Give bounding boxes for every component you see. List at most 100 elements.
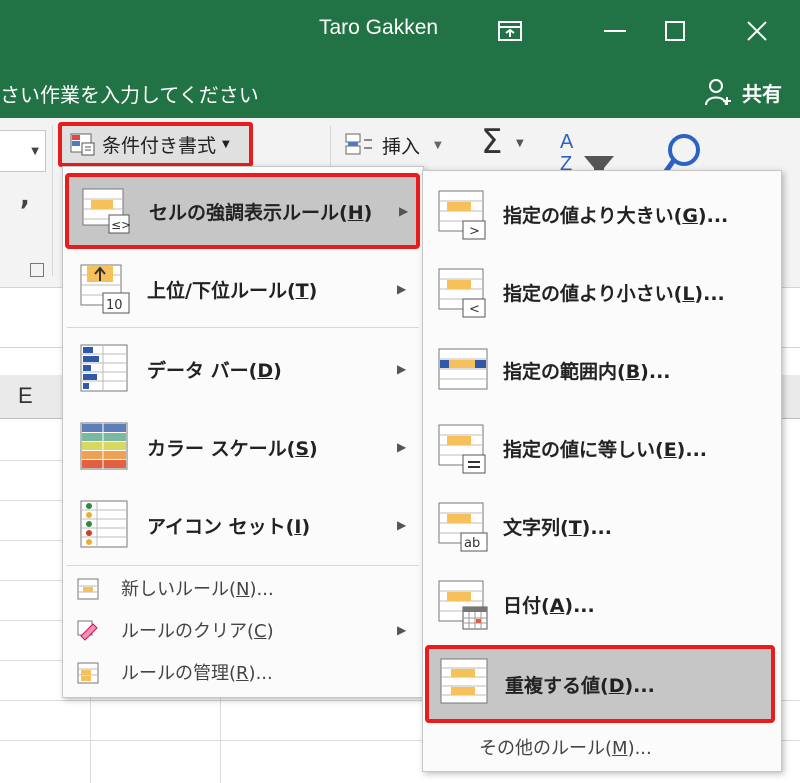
new-rule-icon: [77, 578, 99, 600]
menu-item-icon-sets[interactable]: アイコン セット(I) ▶: [63, 487, 423, 563]
menu-item-manage-rules[interactable]: ルールの管理(R)...: [63, 653, 423, 691]
menu-item-highlight-cells-rules[interactable]: ≤> セルの強調表示ルール(H) ▶: [65, 173, 420, 249]
menu-item-greater-than[interactable]: > 指定の値より大きい(G)...: [423, 175, 781, 253]
data-bars-icon: [80, 344, 128, 392]
ribbon-display-icon: [498, 21, 522, 41]
menu-item-label: データ バー(D): [147, 359, 282, 382]
minimize-button[interactable]: [585, 8, 645, 54]
submenu-arrow-icon: ▶: [399, 204, 409, 218]
highlight-cells-rules-submenu: > 指定の値より大きい(G)... < 指定の値より小さい(L)... 指定の範…: [422, 170, 782, 772]
number-format-dropdown[interactable]: ▼: [0, 130, 46, 172]
submenu-arrow-icon: ▶: [397, 440, 407, 454]
menu-item-label: 新しいルール(N)...: [121, 579, 274, 600]
menu-item-duplicate-values[interactable]: 重複する値(D)...: [425, 645, 775, 723]
svg-text:>: >: [469, 224, 480, 239]
menu-item-label: ルールのクリア(C): [121, 621, 274, 642]
insert-cells-button[interactable]: 挿入 ▼: [344, 130, 442, 160]
person-add-icon: [705, 79, 731, 106]
menu-item-label: その他のルール(M)...: [479, 738, 652, 759]
menu-item-label: 上位/下位ルール(T): [147, 279, 318, 302]
manage-rules-icon: [77, 662, 99, 684]
grid-line: [0, 580, 62, 581]
grid-line: [0, 460, 62, 461]
title-bar: Taro Gakken: [0, 0, 800, 66]
insert-cells-icon: [345, 133, 372, 155]
menu-item-label: 日付(A)...: [503, 594, 595, 617]
conditional-formatting-button[interactable]: 条件付き書式 ▼: [58, 122, 253, 167]
menu-item-label: アイコン セット(I): [147, 515, 311, 538]
menu-item-label: 指定の値より大きい(G)...: [503, 204, 729, 227]
between-icon: [438, 348, 488, 390]
menu-item-label: ルールの管理(R)...: [121, 663, 273, 684]
menu-separator: [67, 565, 419, 566]
menu-item-label: セルの強調表示ルール(H): [149, 201, 373, 224]
menu-item-new-rule[interactable]: 新しいルール(N)...: [63, 569, 423, 607]
close-button[interactable]: [727, 8, 787, 54]
chevron-down-icon: ▼: [31, 145, 39, 157]
highlight-cells-icon: ≤>: [82, 188, 131, 234]
conditional-formatting-menu: ≤> セルの強調表示ルール(H) ▶ 10 上位/下位ルール(T) ▶ データ …: [62, 166, 424, 698]
tell-me-input[interactable]: さい作業を入力してください: [0, 79, 259, 108]
less-than-icon: <: [438, 268, 486, 318]
user-name[interactable]: Taro Gakken: [319, 16, 438, 40]
menu-item-top-bottom-rules[interactable]: 10 上位/下位ルール(T) ▶: [63, 251, 423, 327]
menu-item-clear-rules[interactable]: ルールのクリア(C) ▶: [63, 611, 423, 649]
menu-item-label: カラー スケール(S): [147, 437, 318, 460]
column-header-e[interactable]: E: [18, 383, 33, 409]
menu-item-label: 指定の値に等しい(E)...: [503, 438, 708, 461]
menu-item-label: 重複する値(D)...: [505, 674, 655, 697]
menu-item-label: 文字列(T)...: [503, 516, 612, 539]
menu-item-less-than[interactable]: < 指定の値より小さい(L)...: [423, 253, 781, 331]
chevron-down-icon[interactable]: ▼: [516, 138, 524, 149]
submenu-arrow-icon: ▶: [397, 518, 407, 532]
ribbon-display-options-button[interactable]: [480, 8, 540, 54]
equal-to-icon: [438, 424, 486, 474]
conditional-formatting-label: 条件付き書式: [102, 135, 217, 157]
color-scales-icon: [80, 422, 128, 470]
autosum-icon[interactable]: Σ: [481, 122, 502, 162]
menu-item-color-scales[interactable]: カラー スケール(S) ▶: [63, 409, 423, 485]
menu-item-text-contains[interactable]: ab 文字列(T)...: [423, 487, 781, 565]
ribbon-divider: [52, 126, 53, 276]
share-label: 共有: [742, 81, 782, 106]
menu-item-more-rules[interactable]: その他のルール(M)...: [423, 727, 781, 767]
menu-item-label: 指定の値より小さい(L)...: [503, 282, 725, 305]
clear-rules-icon: [77, 620, 98, 641]
menu-item-label: 指定の範囲内(B)...: [503, 360, 671, 383]
tell-me-bar: さい作業を入力してください 共有: [0, 66, 800, 118]
grid-line: [0, 500, 62, 501]
share-button[interactable]: 共有: [704, 76, 782, 108]
chevron-down-icon: ▼: [222, 139, 230, 150]
svg-text:<: <: [469, 302, 480, 317]
svg-text:10: 10: [106, 298, 123, 313]
maximize-button[interactable]: [645, 8, 705, 54]
menu-separator: [67, 327, 419, 328]
insert-label: 挿入: [382, 135, 421, 158]
dialog-launcher-icon[interactable]: [30, 263, 44, 277]
date-occurring-icon: [438, 580, 488, 630]
svg-text:ab: ab: [464, 536, 480, 551]
svg-text:A: A: [560, 131, 574, 153]
top-bottom-icon: 10: [80, 264, 130, 314]
menu-item-between[interactable]: 指定の範囲内(B)...: [423, 331, 781, 409]
submenu-arrow-icon: ▶: [397, 362, 407, 376]
comma-style-button[interactable]: ,: [20, 182, 30, 212]
close-icon: [747, 21, 767, 41]
submenu-arrow-icon: ▶: [397, 623, 407, 637]
icon-sets-icon: [80, 500, 128, 548]
menu-item-data-bars[interactable]: データ バー(D) ▶: [63, 331, 423, 407]
conditional-formatting-icon: [70, 133, 95, 155]
greater-than-icon: >: [438, 190, 486, 240]
grid-line: [0, 540, 62, 541]
submenu-arrow-icon: ▶: [397, 282, 407, 296]
minimize-icon: [604, 30, 626, 32]
svg-text:≤>: ≤>: [111, 218, 131, 232]
duplicate-values-icon: [440, 658, 488, 704]
menu-item-date-occurring[interactable]: 日付(A)...: [423, 565, 781, 643]
maximize-icon: [665, 21, 685, 41]
grid-line: [0, 660, 62, 661]
text-contains-icon: ab: [438, 502, 488, 552]
menu-item-equal-to[interactable]: 指定の値に等しい(E)...: [423, 409, 781, 487]
chevron-down-icon: ▼: [434, 139, 442, 151]
grid-line: [0, 620, 62, 621]
